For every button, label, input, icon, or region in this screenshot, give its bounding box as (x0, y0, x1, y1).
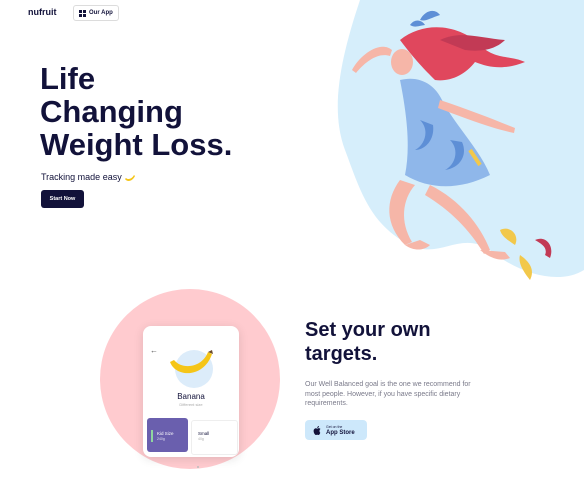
size-option-small[interactable]: Small 40g (191, 420, 238, 455)
size-label: Kid Size (157, 431, 174, 436)
banana-illustration (170, 350, 213, 374)
section-title: Set your own targets. (305, 318, 431, 366)
start-now-button[interactable]: Start Now (41, 190, 84, 208)
banana-icon (125, 174, 136, 181)
our-app-button[interactable]: Our App (73, 5, 119, 21)
our-app-label: Our App (89, 10, 113, 16)
section-title-line: targets. (305, 343, 378, 365)
hero-illustration (337, 0, 584, 280)
grid-icon (79, 9, 86, 17)
fruit-name: Banana (177, 392, 205, 401)
app-store-button[interactable]: Get on the App Store (305, 420, 367, 440)
hero-title-line: Weight Loss. (40, 127, 233, 162)
size-weight: 240g (157, 437, 165, 441)
store-big-text: App Store (326, 430, 355, 436)
back-arrow-icon[interactable]: ← (150, 346, 158, 355)
hero-title-line: Life (40, 61, 96, 96)
hero-title: Life Changing Weight Loss. (40, 62, 232, 161)
apple-icon (313, 425, 321, 435)
selected-indicator (151, 430, 153, 442)
section-description: Our Well Balanced goal is the one we rec… (305, 381, 471, 407)
hero-subtitle-text: Tracking made easy (41, 172, 122, 182)
fruit-subtitle: Different size (179, 402, 203, 407)
section-title-line: Set your own (305, 319, 431, 341)
hero-subtitle: Tracking made easy (41, 172, 136, 183)
size-option-kid[interactable]: Kid Size 240g (147, 418, 188, 452)
page-indicator-dot (197, 466, 199, 468)
size-label: Small (198, 431, 210, 436)
brand-logo[interactable]: nufruit (28, 7, 57, 17)
size-weight: 40g (198, 437, 204, 441)
hero-title-line: Changing (40, 94, 183, 129)
